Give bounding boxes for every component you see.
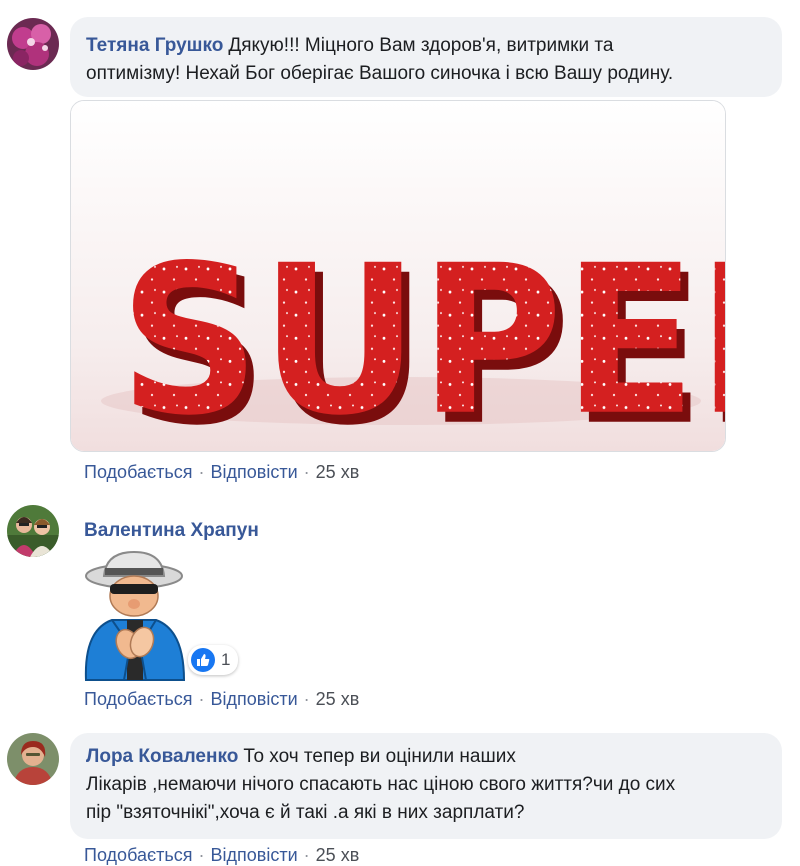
comment-bubble: Лора Коваленко То хоч тепер ви оцінили на… bbox=[70, 733, 782, 839]
orchid-avatar-icon bbox=[7, 18, 59, 70]
author-name[interactable]: Лора Коваленко bbox=[86, 746, 238, 767]
like-link[interactable]: Подобається bbox=[84, 689, 193, 709]
clapping-man-sticker bbox=[84, 550, 186, 681]
author-name[interactable]: Валентина Храпун bbox=[84, 520, 259, 542]
separator: · bbox=[198, 689, 205, 709]
like-link[interactable]: Подобається bbox=[84, 462, 193, 482]
comment-text: Дякую!!! Міцного Вам здоров'я, витримки … bbox=[228, 35, 614, 56]
separator: · bbox=[303, 689, 310, 709]
avatar[interactable] bbox=[7, 18, 59, 70]
comment-actions: Подобається · Відповісти · 25 хв bbox=[84, 845, 359, 866]
separator: · bbox=[303, 462, 310, 482]
like-link[interactable]: Подобається bbox=[84, 845, 193, 865]
reaction-number: 1 bbox=[221, 650, 231, 669]
woman-avatar-icon bbox=[7, 733, 59, 785]
reply-link[interactable]: Відповісти bbox=[211, 845, 298, 865]
comment-text: оптимізму! Нехай Бог оберігає Вашого син… bbox=[86, 63, 674, 84]
timestamp[interactable]: 25 хв bbox=[316, 845, 360, 865]
timestamp[interactable]: 25 хв bbox=[316, 462, 360, 482]
separator: · bbox=[198, 845, 205, 865]
separator: · bbox=[303, 845, 310, 865]
reply-link[interactable]: Відповісти bbox=[211, 462, 298, 482]
comment-text: Лікарів ,немаючи нічого спасають нас цін… bbox=[86, 774, 676, 795]
comment-actions: Подобається · Відповісти · 25 хв bbox=[84, 689, 359, 710]
two-women-avatar-icon bbox=[7, 505, 59, 557]
comment-actions: Подобається · Відповісти · 25 хв bbox=[84, 462, 359, 483]
comment-text: То хоч тепер ви оцінили наших bbox=[243, 746, 516, 767]
author-name[interactable]: Тетяна Грушко bbox=[86, 35, 223, 56]
avatar[interactable] bbox=[7, 733, 59, 785]
comment-text: пір "взяточнікі",хоча є й такі .а які в … bbox=[86, 802, 525, 823]
sticker-image[interactable]: SUPER SUPER SUPER bbox=[70, 100, 726, 452]
reply-link[interactable]: Відповісти bbox=[211, 689, 298, 709]
thumbs-up-icon bbox=[191, 648, 215, 672]
timestamp[interactable]: 25 хв bbox=[316, 689, 360, 709]
sticker-word: SUPER SUPER SUPER bbox=[119, 221, 725, 451]
separator: · bbox=[198, 462, 205, 482]
sticker-image[interactable] bbox=[72, 548, 192, 684]
svg-text:SUPER: SUPER bbox=[119, 221, 725, 451]
super-sticker: SUPER SUPER SUPER bbox=[71, 101, 725, 451]
reaction-count[interactable]: 1 bbox=[188, 645, 239, 675]
comment-bubble: Тетяна Грушко Дякую!!! Міцного Вам здоров… bbox=[70, 17, 782, 97]
avatar[interactable] bbox=[7, 505, 59, 557]
